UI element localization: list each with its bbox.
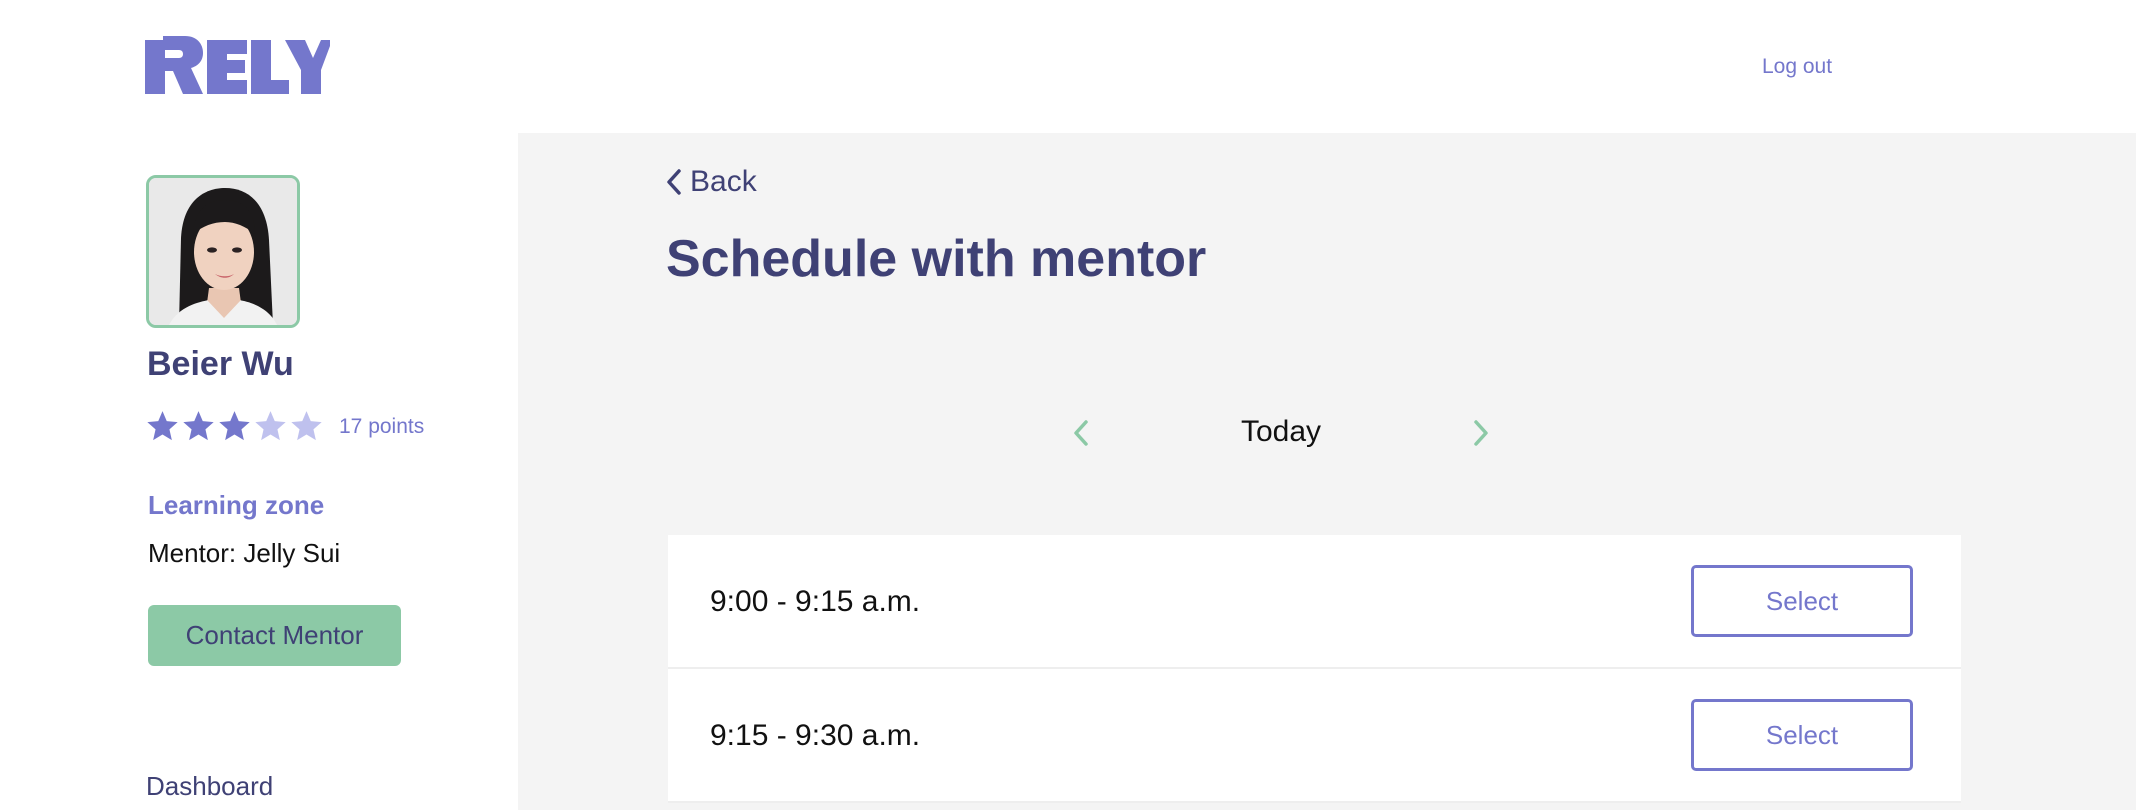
- time-slot-list: 9:00 - 9:15 a.m. Select 9:15 - 9:30 a.m.…: [668, 535, 1961, 803]
- points-count: 17 points: [339, 415, 425, 438]
- star-empty-icon: [291, 411, 322, 441]
- avatar: [146, 175, 300, 328]
- mentor-name: Mentor: Jelly Sui: [148, 538, 341, 568]
- back-label: Back: [690, 165, 757, 198]
- chevron-right-icon: [1474, 420, 1488, 446]
- chevron-left-icon: [1074, 420, 1088, 446]
- date-navigator: Today: [1066, 413, 1496, 453]
- previous-day-button[interactable]: [1066, 417, 1096, 449]
- main-content: Back Schedule with mentor Today 9:00 - 9…: [518, 133, 2136, 810]
- slot-time: 9:15 - 9:30 a.m.: [710, 719, 921, 752]
- star-icon: [183, 411, 214, 441]
- current-date-label: Today: [1240, 415, 1322, 448]
- time-slot-row: 9:00 - 9:15 a.m. Select: [668, 535, 1961, 669]
- rely-logo[interactable]: [145, 36, 330, 96]
- chevron-left-icon: [667, 169, 681, 195]
- back-link[interactable]: Back: [666, 165, 757, 199]
- select-slot-button[interactable]: Select: [1691, 565, 1913, 637]
- star-icon: [147, 411, 178, 441]
- star-icon: [219, 411, 250, 441]
- star-empty-icon: [255, 411, 286, 441]
- contact-mentor-button[interactable]: Contact Mentor: [148, 605, 401, 666]
- learning-zone-heading: Learning zone: [148, 490, 325, 520]
- time-slot-row: 9:15 - 9:30 a.m. Select: [668, 669, 1961, 803]
- select-slot-button[interactable]: Select: [1691, 699, 1913, 771]
- user-name: Beier Wu: [147, 345, 294, 383]
- header: Log out: [0, 0, 2136, 133]
- page-title: Schedule with mentor: [666, 230, 1207, 288]
- sidebar: Beier Wu 17 points Learning zone Mentor:…: [0, 133, 518, 810]
- slot-time: 9:00 - 9:15 a.m.: [710, 585, 921, 618]
- next-day-button[interactable]: [1466, 417, 1496, 449]
- logout-link[interactable]: Log out: [1762, 55, 1832, 79]
- star-rating: [145, 409, 325, 443]
- sidebar-item-dashboard[interactable]: Dashboard: [146, 771, 273, 802]
